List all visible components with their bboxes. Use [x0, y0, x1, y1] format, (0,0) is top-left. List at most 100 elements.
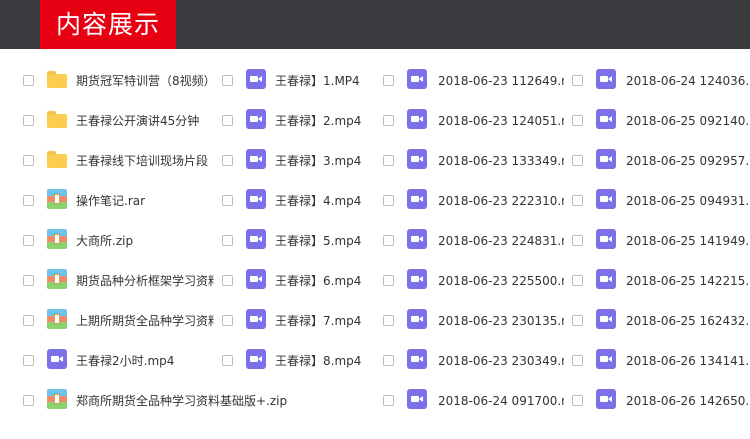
- file-row: 期货品种分析框架学习资料 王春禄】6.mp4 2018-06-23 225500.m…: [0, 263, 750, 303]
- file-checkbox[interactable]: [23, 235, 34, 246]
- video-file-icon: [596, 389, 616, 409]
- archive-icon: [47, 189, 67, 209]
- file-name[interactable]: 王春禄】6.mp4: [275, 263, 375, 303]
- file-checkbox[interactable]: [383, 355, 394, 366]
- file-name[interactable]: 2018-06-23 112649.mp4: [438, 63, 564, 103]
- file-name[interactable]: 2018-06-26 134141.mp4: [626, 343, 750, 383]
- file-name[interactable]: 2018-06-25 141949.mp4: [626, 223, 750, 263]
- file-name[interactable]: 上期所期货全品种学习资料: [76, 303, 214, 343]
- video-file-icon: [407, 229, 427, 249]
- file-name[interactable]: 2018-06-23 225500.mp4: [438, 263, 564, 303]
- file-name[interactable]: 2018-06-23 230135.mp4: [438, 303, 564, 343]
- file-name[interactable]: 2018-06-23 224831.mp4: [438, 223, 564, 263]
- file-name[interactable]: 大商所.zip: [76, 223, 214, 263]
- video-file-icon: [407, 109, 427, 129]
- top-bar: 内容展示: [0, 0, 750, 49]
- file-name[interactable]: 王春禄2小时.mp4: [76, 343, 214, 383]
- video-file-icon: [47, 349, 67, 369]
- file-name[interactable]: 2018-06-25 094931.mp4: [626, 183, 750, 223]
- video-file-icon: [246, 149, 266, 169]
- file-name[interactable]: 2018-06-23 124051.mp4: [438, 103, 564, 143]
- file-row: 期货冠军特训营（8视频） 王春禄】1.MP4 2018-06-23 112649.m…: [0, 63, 750, 103]
- file-name[interactable]: 2018-06-24 091700.mp4: [438, 383, 564, 423]
- file-checkbox[interactable]: [572, 395, 583, 406]
- file-name[interactable]: 郑商所期货全品种学习资料基础版+.zip: [76, 383, 296, 423]
- archive-icon: [47, 229, 67, 249]
- video-file-icon: [407, 189, 427, 209]
- file-name[interactable]: 王春禄】3.mp4: [275, 143, 375, 183]
- file-checkbox[interactable]: [383, 315, 394, 326]
- file-row: 大商所.zip 王春禄】5.mp4 2018-06-23 224831.mp4 201…: [0, 223, 750, 263]
- file-checkbox[interactable]: [222, 355, 233, 366]
- file-checkbox[interactable]: [23, 75, 34, 86]
- video-file-icon: [596, 109, 616, 129]
- file-checkbox[interactable]: [383, 395, 394, 406]
- file-checkbox[interactable]: [572, 315, 583, 326]
- file-name[interactable]: 2018-06-24 124036.mp4: [626, 63, 750, 103]
- file-name[interactable]: 王春禄】5.mp4: [275, 223, 375, 263]
- file-checkbox[interactable]: [222, 75, 233, 86]
- file-name[interactable]: 2018-06-25 142215.mp4: [626, 263, 750, 303]
- file-name[interactable]: 王春禄】2.mp4: [275, 103, 375, 143]
- video-file-icon: [246, 229, 266, 249]
- archive-icon: [47, 309, 67, 329]
- file-checkbox[interactable]: [222, 315, 233, 326]
- file-name[interactable]: 王春禄】7.mp4: [275, 303, 375, 343]
- file-checkbox[interactable]: [383, 75, 394, 86]
- file-name[interactable]: 王春禄线下培训现场片段: [76, 143, 214, 183]
- file-name[interactable]: 2018-06-23 133349.mp4: [438, 143, 564, 183]
- video-file-icon: [407, 269, 427, 289]
- file-name[interactable]: 王春禄公开演讲45分钟: [76, 103, 214, 143]
- file-checkbox[interactable]: [222, 275, 233, 286]
- file-checkbox[interactable]: [383, 155, 394, 166]
- file-checkbox[interactable]: [383, 235, 394, 246]
- file-checkbox[interactable]: [23, 275, 34, 286]
- file-checkbox[interactable]: [383, 195, 394, 206]
- video-file-icon: [246, 109, 266, 129]
- video-file-icon: [246, 309, 266, 329]
- folder-icon: [47, 109, 67, 129]
- file-row: 操作笔记.rar 王春禄】4.mp4 2018-06-23 222310.mp4 20…: [0, 183, 750, 223]
- file-row: 王春禄线下培训现场片段 王春禄】3.mp4 2018-06-23 133349.mp…: [0, 143, 750, 183]
- file-checkbox[interactable]: [572, 195, 583, 206]
- file-name[interactable]: 2018-06-23 230349.mp4: [438, 343, 564, 383]
- file-checkbox[interactable]: [222, 155, 233, 166]
- file-name[interactable]: 王春禄】1.MP4: [275, 63, 375, 103]
- file-checkbox[interactable]: [222, 115, 233, 126]
- file-name[interactable]: 2018-06-25 092957.mp4: [626, 143, 750, 183]
- file-name[interactable]: 王春禄】4.mp4: [275, 183, 375, 223]
- file-row: 王春禄2小时.mp4 王春禄】8.mp4 2018-06-23 230349.mp4…: [0, 343, 750, 383]
- file-checkbox[interactable]: [572, 355, 583, 366]
- file-checkbox[interactable]: [572, 75, 583, 86]
- video-file-icon: [246, 189, 266, 209]
- file-checkbox[interactable]: [383, 275, 394, 286]
- file-checkbox[interactable]: [23, 395, 34, 406]
- file-checkbox[interactable]: [572, 115, 583, 126]
- file-name[interactable]: 期货冠军特训营（8视频）: [76, 63, 214, 103]
- file-name[interactable]: 2018-06-26 142650.mp4: [626, 383, 750, 423]
- file-name[interactable]: 2018-06-25 162432.mp4: [626, 303, 750, 343]
- video-file-icon: [246, 69, 266, 89]
- file-name[interactable]: 王春禄】8.mp4: [275, 343, 375, 383]
- video-file-icon: [407, 349, 427, 369]
- file-name[interactable]: 操作笔记.rar: [76, 183, 214, 223]
- file-checkbox[interactable]: [572, 155, 583, 166]
- file-name[interactable]: 2018-06-25 092140.mp4: [626, 103, 750, 143]
- folder-icon: [47, 149, 67, 169]
- file-name[interactable]: 2018-06-23 222310.mp4: [438, 183, 564, 223]
- file-checkbox[interactable]: [572, 275, 583, 286]
- file-checkbox[interactable]: [23, 355, 34, 366]
- file-checkbox[interactable]: [572, 235, 583, 246]
- file-grid: 期货冠军特训营（8视频） 王春禄】1.MP4 2018-06-23 112649.m…: [0, 63, 750, 423]
- video-file-icon: [596, 69, 616, 89]
- file-checkbox[interactable]: [383, 115, 394, 126]
- page-title: 内容展示: [40, 0, 176, 49]
- file-checkbox[interactable]: [23, 155, 34, 166]
- file-checkbox[interactable]: [222, 235, 233, 246]
- file-name[interactable]: 期货品种分析框架学习资料: [76, 263, 214, 303]
- file-checkbox[interactable]: [23, 315, 34, 326]
- file-checkbox[interactable]: [23, 115, 34, 126]
- file-checkbox[interactable]: [23, 195, 34, 206]
- video-file-icon: [596, 269, 616, 289]
- file-checkbox[interactable]: [222, 195, 233, 206]
